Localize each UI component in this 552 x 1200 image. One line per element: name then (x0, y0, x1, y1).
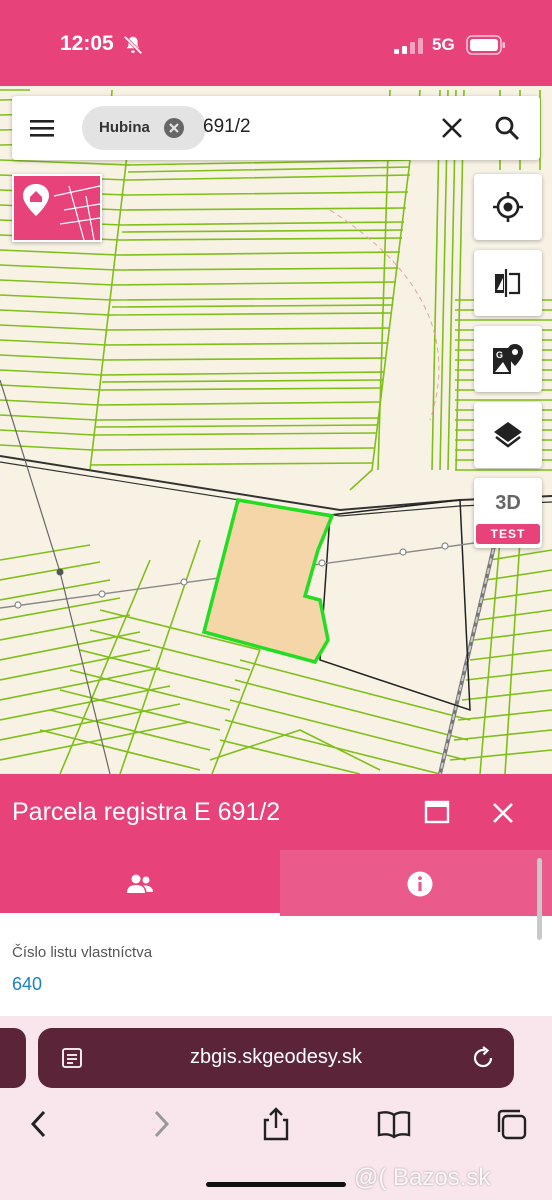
locate-button[interactable] (474, 174, 542, 240)
3d-label: 3D (495, 492, 521, 514)
google-maps-icon: G (493, 344, 523, 374)
search-input[interactable]: 691/2 (203, 116, 251, 138)
status-time: 12:05 (60, 32, 114, 55)
locate-icon (493, 192, 523, 222)
tab-owners[interactable] (0, 850, 280, 916)
pin-icon (23, 184, 100, 240)
parcel-details: Číslo listu vlastníctva 640 (0, 916, 552, 1020)
tabs-icon[interactable] (494, 1106, 530, 1142)
network-type: 5G (432, 35, 455, 54)
bookmarks-icon[interactable] (376, 1106, 412, 1142)
share-icon[interactable] (258, 1106, 294, 1142)
tab-info[interactable] (280, 850, 552, 916)
previous-tab-card[interactable] (0, 1028, 26, 1088)
reload-icon[interactable] (470, 1045, 496, 1071)
remove-chip-icon[interactable] (163, 117, 185, 139)
compare-icon (495, 269, 521, 297)
search-bar[interactable]: Hubina 691/2 (12, 96, 540, 160)
ownership-sheet-value[interactable]: 640 (12, 974, 42, 995)
status-bar: 12:05 5G (0, 0, 552, 86)
browser-toolbar: zbgis.skgeodesy.sk @( Bazos.sk (0, 1016, 552, 1200)
bell-off-icon (123, 35, 143, 55)
battery-icon (466, 35, 505, 55)
chip-label: Hubina (99, 119, 150, 136)
panel-title: Parcela registra E 691/2 (12, 798, 281, 826)
close-icon[interactable] (438, 114, 466, 142)
location-filter-chip[interactable]: Hubina (82, 106, 206, 150)
home-indicator (206, 1182, 346, 1187)
panel-tabs (0, 850, 552, 916)
svg-text:G: G (496, 350, 503, 360)
address-bar[interactable]: zbgis.skgeodesy.sk (38, 1028, 514, 1088)
layers-button[interactable] (474, 402, 542, 468)
forward-icon[interactable] (142, 1106, 178, 1142)
close-panel-icon[interactable] (490, 800, 516, 826)
menu-icon[interactable] (28, 114, 56, 142)
url-text: zbgis.skgeodesy.sk (190, 1046, 362, 1068)
basemap-thumbnail[interactable] (12, 174, 102, 242)
ownership-sheet-label: Číslo listu vlastníctva (12, 944, 153, 961)
cellular-signal-icon (394, 38, 423, 54)
layers-icon (494, 422, 522, 448)
back-icon[interactable] (22, 1106, 58, 1142)
search-icon[interactable] (493, 114, 521, 142)
bazos-watermark: @( Bazos.sk (354, 1164, 491, 1191)
google-maps-button[interactable]: G (474, 326, 542, 392)
parcel-panel-header: Parcela registra E 691/2 (0, 774, 552, 850)
info-icon (407, 871, 433, 897)
test-badge: TEST (476, 524, 540, 544)
maximize-icon[interactable] (424, 800, 450, 824)
panel-scrollbar[interactable] (537, 858, 542, 940)
3d-button[interactable]: 3D TEST (474, 478, 542, 548)
compare-button[interactable] (474, 250, 542, 316)
people-icon (127, 874, 153, 893)
